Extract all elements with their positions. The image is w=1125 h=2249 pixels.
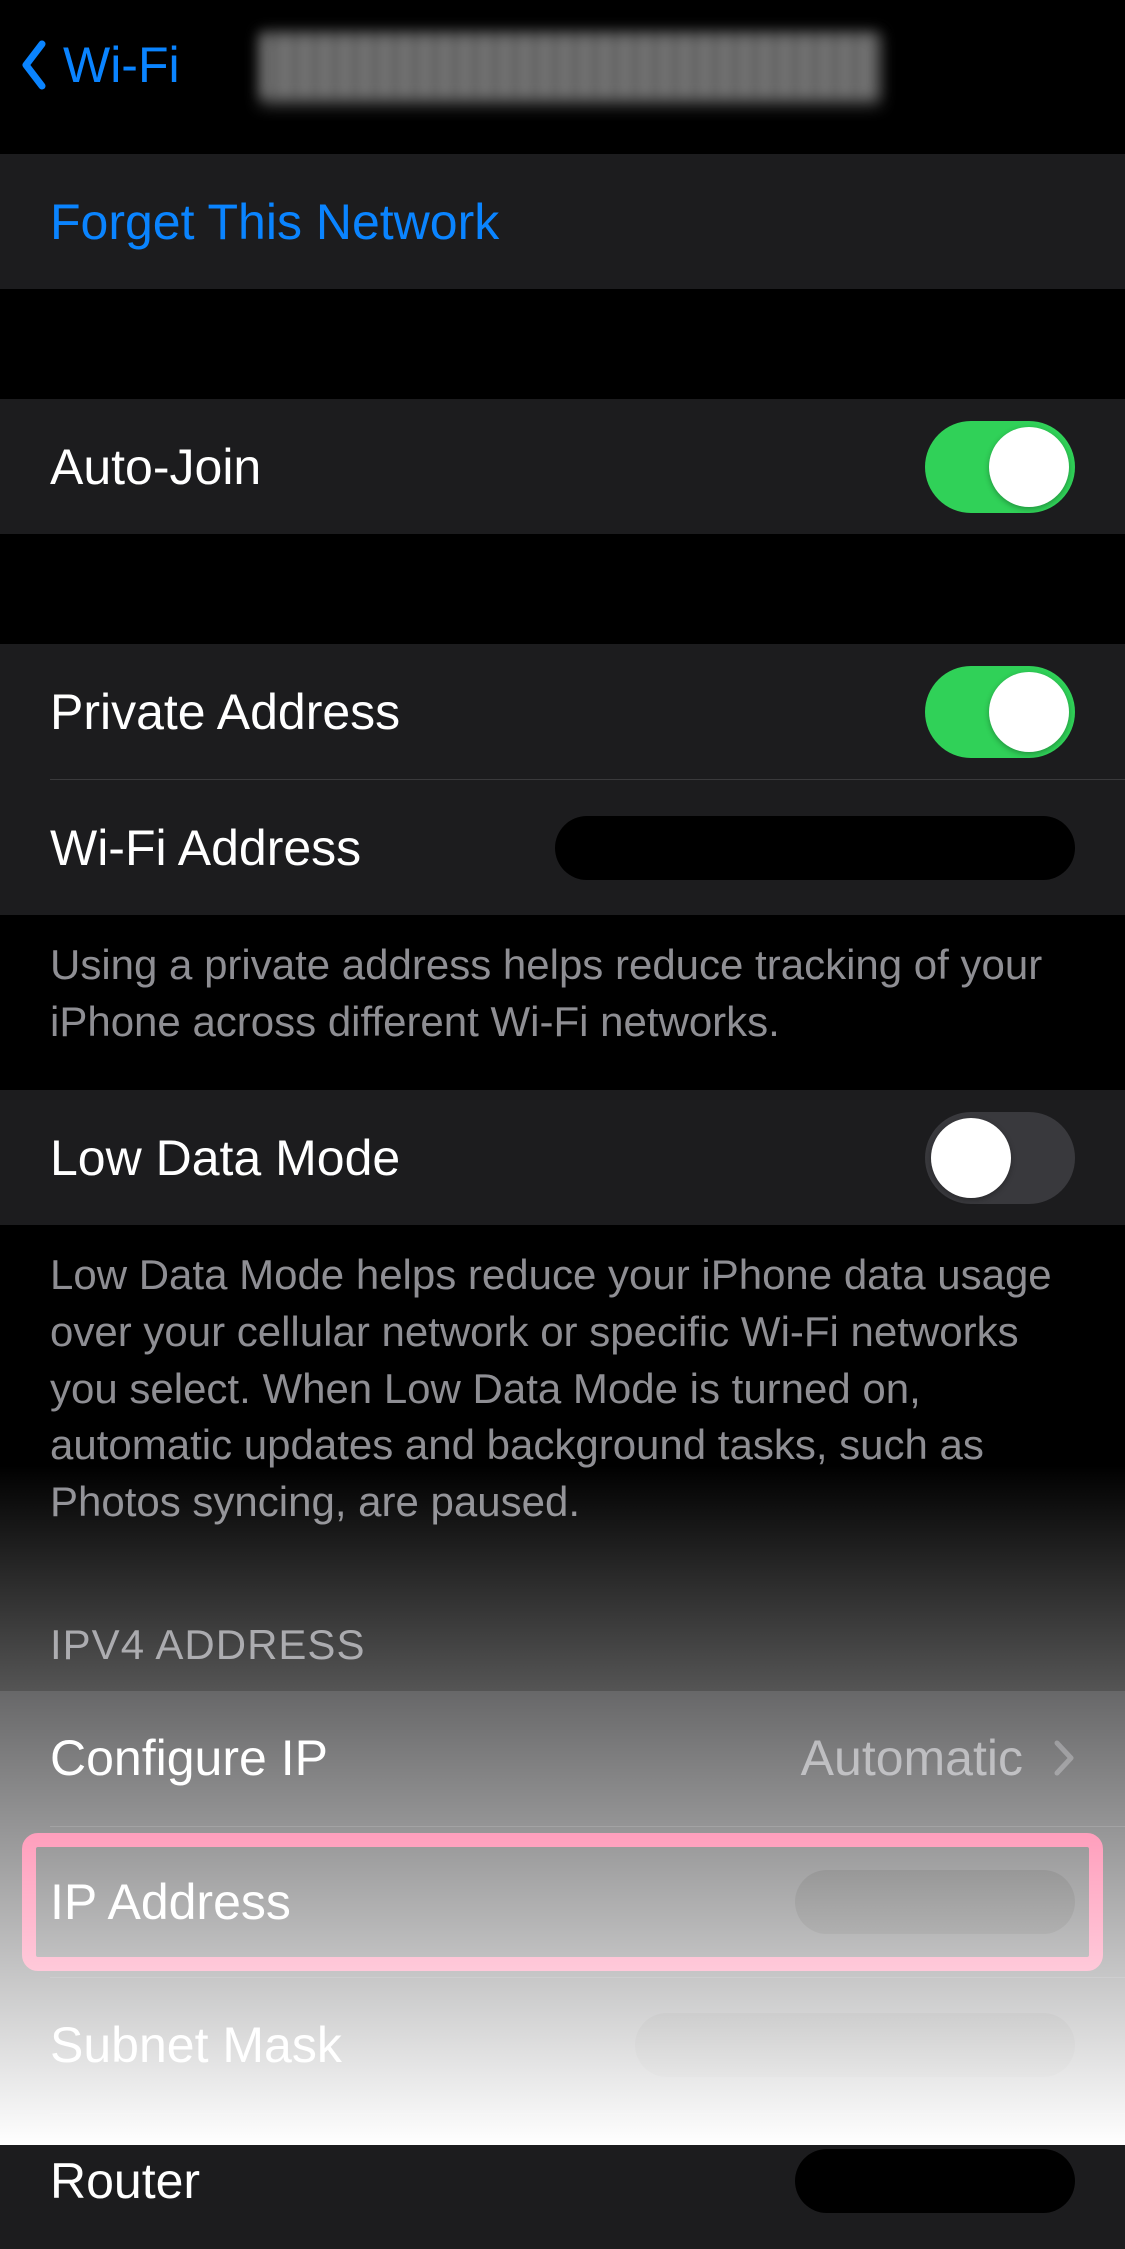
- low-data-row: Low Data Mode: [0, 1090, 1125, 1225]
- low-data-label: Low Data Mode: [50, 1129, 925, 1187]
- low-data-footer: Low Data Mode helps reduce your iPhone d…: [0, 1225, 1125, 1570]
- configure-ip-label: Configure IP: [50, 1729, 801, 1787]
- subnet-mask-label: Subnet Mask: [50, 2016, 635, 2074]
- configure-ip-value: Automatic: [801, 1729, 1023, 1787]
- router-value-redacted: [795, 2149, 1075, 2213]
- navigation-bar: Wi-Fi: [0, 0, 1125, 130]
- private-address-footer: Using a private address helps reduce tra…: [0, 915, 1125, 1090]
- wifi-address-row: Wi-Fi Address: [0, 780, 1125, 915]
- ip-address-value-redacted: [795, 1870, 1075, 1934]
- forget-network-label: Forget This Network: [50, 193, 499, 251]
- auto-join-row: Auto-Join: [0, 399, 1125, 534]
- chevron-left-icon: [20, 40, 48, 90]
- wifi-address-value-redacted: [555, 816, 1075, 880]
- auto-join-label: Auto-Join: [50, 438, 925, 496]
- subnet-mask-value-redacted: [635, 2013, 1075, 2077]
- back-label: Wi-Fi: [63, 36, 180, 94]
- chevron-right-icon: [1053, 1739, 1075, 1777]
- router-label: Router: [50, 2152, 795, 2210]
- wifi-address-label: Wi-Fi Address: [50, 819, 555, 877]
- forget-network-button[interactable]: Forget This Network: [0, 154, 1125, 289]
- ip-address-row: IP Address: [0, 1827, 1125, 1977]
- network-name-title: [260, 33, 880, 97]
- private-address-toggle[interactable]: [925, 666, 1075, 758]
- router-row: Router: [0, 2114, 1125, 2249]
- auto-join-toggle[interactable]: [925, 421, 1075, 513]
- private-address-row: Private Address: [0, 644, 1125, 779]
- back-button[interactable]: Wi-Fi: [20, 36, 180, 94]
- low-data-toggle[interactable]: [925, 1112, 1075, 1204]
- subnet-mask-row: Subnet Mask: [0, 1978, 1125, 2113]
- private-address-label: Private Address: [50, 683, 925, 741]
- configure-ip-row[interactable]: Configure IP Automatic: [0, 1691, 1125, 1826]
- ipv4-header: IPV4 ADDRESS: [0, 1571, 1125, 1691]
- ip-address-label: IP Address: [50, 1873, 795, 1931]
